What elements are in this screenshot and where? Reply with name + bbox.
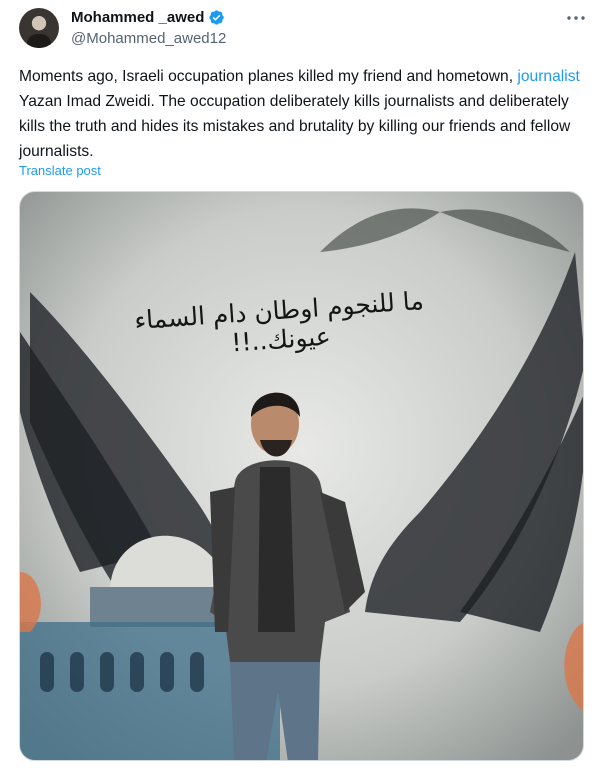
author-name-row: Mohammed _awed — [71, 9, 225, 26]
author-display-name[interactable]: Mohammed _awed — [71, 9, 204, 26]
post-image[interactable] — [19, 191, 584, 761]
mural-photo — [20, 192, 583, 760]
hashtag-link[interactable]: journalist — [517, 68, 579, 85]
verified-badge-icon — [209, 10, 225, 25]
post-text-part1: Moments ago, Israeli occupation planes k… — [19, 68, 514, 85]
more-options-icon[interactable] — [564, 8, 588, 28]
post-text-part2: Yazan Imad Zweidi. The occupation delibe… — [19, 93, 571, 160]
post-card: Mohammed _awed @Mohammed_awed12 Moments … — [0, 0, 596, 771]
translate-post-link[interactable]: Translate post — [19, 163, 101, 178]
author-handle[interactable]: @Mohammed_awed12 — [71, 30, 226, 47]
author-avatar[interactable] — [19, 8, 59, 48]
post-text: Moments ago, Israeli occupation planes k… — [19, 64, 584, 164]
